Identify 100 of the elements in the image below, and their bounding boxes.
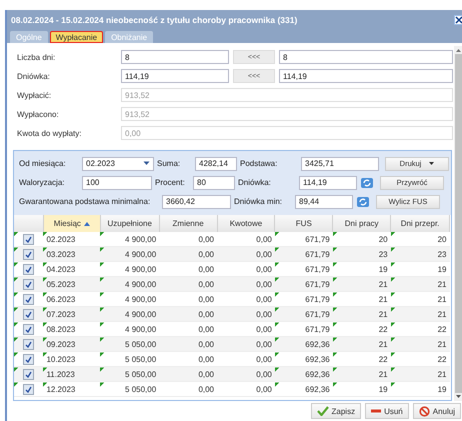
refresh-icon[interactable] — [356, 196, 370, 208]
table-cell: 4 900,00 — [100, 276, 160, 292]
table-cell: 0,00 — [159, 382, 218, 396]
checkbox[interactable] — [23, 308, 34, 320]
column-header[interactable]: Kwotowe — [217, 215, 275, 232]
field-label: Od miesiąca: — [19, 159, 67, 168]
table-cell: 0,00 — [159, 246, 218, 262]
checkbox[interactable] — [23, 324, 34, 334]
table-cell: 11.2023 — [43, 366, 100, 382]
input-field[interactable]: 3660,42 — [162, 194, 231, 208]
table-cell: 4 900,00 — [100, 292, 160, 306]
checkbox[interactable] — [23, 338, 34, 350]
table-cell: 19 — [390, 262, 450, 276]
table-cell: 23 — [390, 246, 450, 262]
column-header[interactable]: FUS — [274, 215, 333, 232]
checkbox[interactable] — [23, 248, 34, 260]
table-cell: 21 — [390, 292, 450, 306]
table-cell: 0,00 — [217, 276, 275, 292]
field-label: Gwarantowana podstawa minimalna: — [19, 197, 152, 206]
checkbox[interactable] — [23, 278, 34, 290]
scroll-up-arrow-icon[interactable] — [456, 49, 461, 52]
scrollbar[interactable] — [454, 46, 462, 401]
field-label: Wypłacono: — [17, 110, 60, 118]
table-cell: 0,00 — [159, 276, 218, 292]
delete-button[interactable]: Usuń — [365, 403, 409, 419]
table-cell: 22 — [332, 322, 391, 336]
table-cell: 09.2023 — [43, 336, 100, 352]
table-cell: 671,79 — [274, 262, 333, 276]
table-cell: 0,00 — [217, 306, 275, 322]
column-header[interactable]: Zmienne — [159, 215, 218, 232]
input-field[interactable]: 80 — [193, 176, 235, 190]
column-header[interactable]: Miesiąc — [43, 215, 100, 232]
refresh-icon[interactable] — [360, 176, 374, 188]
table-cell: 692,36 — [274, 366, 333, 382]
tab[interactable]: Wypłacanie — [50, 31, 104, 43]
checkmark-icon — [25, 310, 32, 318]
table-cell: 04.2023 — [43, 262, 100, 276]
input-field[interactable]: 114,19 — [279, 69, 453, 83]
input-field: 913,52 — [121, 107, 453, 121]
table-cell: 0,00 — [217, 366, 275, 382]
checkbox[interactable] — [23, 354, 34, 364]
close-button[interactable] — [454, 15, 462, 25]
table-cell: 671,79 — [274, 232, 333, 246]
minus-icon — [371, 409, 382, 413]
table-cell: 19 — [332, 262, 391, 276]
column-header — [14, 215, 44, 232]
checkmark-icon — [25, 356, 32, 362]
input-field[interactable]: 8 — [279, 50, 453, 64]
field-label: Procent: — [155, 178, 186, 187]
column-header[interactable]: Uzupełnione — [100, 215, 160, 232]
table-cell: 671,79 — [274, 246, 333, 262]
table-cell: 23 — [332, 246, 391, 262]
table-cell: 692,36 — [274, 382, 333, 396]
checkmark-icon — [25, 280, 32, 288]
table-cell: 671,79 — [274, 322, 333, 336]
close-icon — [455, 16, 462, 24]
input-field[interactable]: 100 — [82, 176, 152, 190]
table-cell: 4 900,00 — [100, 306, 160, 322]
table-cell: 4 900,00 — [100, 262, 160, 276]
input-field[interactable]: 3425,71 — [301, 156, 379, 170]
scroll-down-arrow-icon[interactable] — [456, 395, 461, 398]
table-cell: 06.2023 — [43, 292, 100, 306]
table-cell: 4 900,00 — [100, 322, 160, 336]
input-field: 0,00 — [121, 126, 453, 140]
sort-ascending-icon — [84, 222, 90, 226]
input-field[interactable]: 4282,14 — [195, 156, 237, 170]
checkmark-icon — [25, 236, 32, 242]
table-cell: 21 — [390, 336, 450, 352]
input-field[interactable]: 8 — [121, 50, 229, 64]
table-cell: 22 — [332, 352, 391, 366]
save-button[interactable]: Zapisz — [310, 403, 362, 419]
table-cell: 4 900,00 — [100, 232, 160, 246]
table-cell: 22 — [390, 352, 450, 366]
column-header[interactable]: Dni pracy — [332, 215, 391, 232]
table-cell: 21 — [390, 306, 450, 322]
checkbox[interactable] — [23, 264, 34, 274]
table-cell: 05.2023 — [43, 276, 100, 292]
input-field[interactable]: 89,44 — [295, 194, 353, 208]
cancel-button[interactable]: Anuluj — [412, 403, 461, 419]
month-dropdown[interactable]: 02.2023 — [82, 156, 154, 170]
table-cell: 21 — [390, 276, 450, 292]
input-field: 913,52 — [121, 88, 453, 102]
field-label: Liczba dni: — [17, 52, 56, 62]
input-field[interactable]: 114,19 — [299, 176, 357, 190]
dropdown-arrow-icon — [143, 161, 150, 166]
table-cell: 21 — [332, 336, 391, 352]
table-cell: 21 — [332, 306, 391, 322]
column-header[interactable]: Dni przepr. — [390, 215, 450, 232]
checkbox[interactable] — [23, 368, 34, 380]
table-cell: 0,00 — [159, 366, 218, 382]
field-label: Suma: — [157, 159, 182, 168]
table-cell: 671,79 — [274, 292, 333, 306]
table-cell: 10.2023 — [43, 352, 100, 366]
table-cell: 5 050,00 — [100, 336, 160, 352]
table-cell: 08.2023 — [43, 322, 100, 336]
input-field[interactable]: 114,19 — [121, 69, 229, 83]
checkbox[interactable] — [23, 234, 34, 244]
checkbox[interactable] — [23, 384, 34, 394]
checkbox[interactable] — [23, 294, 34, 304]
table-cell: 02.2023 — [43, 232, 100, 246]
